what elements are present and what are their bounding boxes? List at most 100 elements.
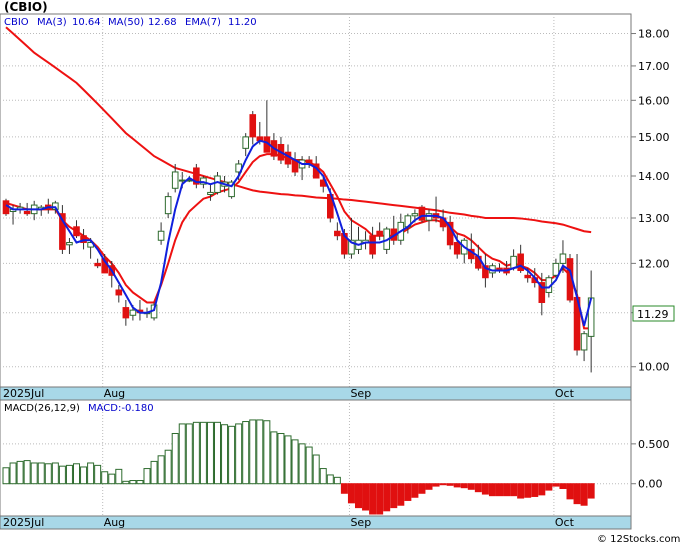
macd-bar-negative bbox=[425, 483, 433, 490]
legend-ema7-value: 11.20 bbox=[228, 17, 257, 28]
macd-bar-positive bbox=[312, 454, 320, 485]
macd-bar-positive bbox=[206, 421, 214, 485]
price-y-label: 10.00 bbox=[638, 361, 670, 374]
legend-ma3-value: 10.64 bbox=[72, 17, 101, 28]
macd-bar-positive bbox=[122, 480, 130, 485]
macd-bar-positive bbox=[30, 462, 38, 485]
macd-bar-positive bbox=[242, 421, 250, 485]
macd-x-axis-band bbox=[0, 515, 632, 530]
macd-bar-positive bbox=[291, 439, 299, 485]
candle-up bbox=[157, 230, 165, 241]
macd-bar-positive bbox=[115, 468, 123, 485]
macd-x-label: 2025Jul bbox=[3, 516, 44, 529]
candle-up bbox=[214, 175, 221, 193]
macd-bar-negative bbox=[510, 483, 518, 497]
macd-bar-negative bbox=[347, 483, 355, 504]
macd-bar-negative bbox=[559, 483, 567, 489]
macd-params: MACD(26,12,9) bbox=[4, 403, 80, 414]
macd-bar-positive bbox=[326, 474, 334, 485]
price-x-axis-band bbox=[0, 386, 632, 401]
candle-up bbox=[580, 333, 588, 351]
price-x-label: 2025Jul bbox=[3, 387, 44, 400]
macd-bar-positive bbox=[263, 420, 271, 485]
price-x-label: Aug bbox=[104, 387, 125, 400]
macd-bar-negative bbox=[524, 483, 532, 498]
price-y-label: 17.00 bbox=[638, 60, 670, 73]
price-y-label: 12.00 bbox=[638, 257, 670, 270]
macd-x-label: Aug bbox=[104, 516, 125, 529]
candle-up bbox=[178, 179, 186, 182]
macd-bar-negative bbox=[552, 483, 560, 487]
candle-up bbox=[242, 136, 249, 149]
macd-bar-positive bbox=[73, 463, 80, 485]
macd-bar-negative bbox=[481, 483, 489, 495]
candle-up bbox=[129, 309, 137, 316]
macd-bar-positive bbox=[16, 460, 24, 485]
macd-bar-negative bbox=[439, 483, 447, 486]
macd-bar-negative bbox=[390, 483, 398, 509]
macd-bar-negative bbox=[376, 483, 384, 515]
macd-bar-positive bbox=[157, 455, 165, 485]
macd-bar-positive bbox=[94, 464, 102, 485]
macd-bar-positive bbox=[129, 480, 137, 485]
candle-up bbox=[411, 213, 419, 217]
macd-bar-negative bbox=[397, 483, 405, 506]
macd-y-label: 0.500 bbox=[638, 438, 670, 451]
candle-down bbox=[23, 211, 31, 215]
macd-bar-positive bbox=[44, 463, 52, 485]
macd-bar-positive bbox=[58, 465, 66, 485]
macd-bar-positive bbox=[9, 462, 17, 485]
macd-x-label: Oct bbox=[555, 516, 575, 529]
macd-bar-positive bbox=[305, 446, 313, 485]
candle-up bbox=[552, 262, 560, 276]
macd-x-label: Sep bbox=[350, 516, 371, 529]
macd-bar-negative bbox=[467, 483, 475, 490]
price-y-label: 16.00 bbox=[638, 94, 670, 107]
macd-bar-positive bbox=[235, 423, 243, 485]
legend-ma50-value: 12.68 bbox=[148, 17, 177, 28]
macd-bar-positive bbox=[192, 421, 200, 485]
candle-down bbox=[73, 226, 80, 237]
macd-bar-negative bbox=[503, 483, 511, 497]
macd-bar-positive bbox=[136, 480, 144, 485]
macd-bar-positive bbox=[164, 449, 172, 485]
macd-bar-negative bbox=[538, 483, 546, 496]
macd-value: MACD:-0.180 bbox=[88, 403, 154, 414]
macd-bar-positive bbox=[284, 435, 292, 485]
macd-bar-positive bbox=[150, 460, 158, 485]
candle-up bbox=[559, 253, 567, 264]
candle-down bbox=[453, 242, 461, 255]
macd-bar-negative bbox=[418, 483, 426, 494]
macd-bar-positive bbox=[37, 462, 45, 485]
candle-up bbox=[510, 255, 517, 269]
macd-bar-positive bbox=[143, 468, 151, 485]
macd-bar-positive bbox=[270, 431, 278, 485]
candle-down bbox=[115, 289, 123, 296]
price-y-label: 13.00 bbox=[638, 212, 670, 225]
legend-ema7: EMA(7) bbox=[185, 17, 221, 28]
macd-bar-positive bbox=[221, 424, 229, 485]
macd-bar-positive bbox=[2, 467, 10, 485]
chart-title: (CBIO) bbox=[4, 0, 48, 14]
macd-bar-negative bbox=[404, 483, 412, 501]
macd-bar-positive bbox=[80, 466, 88, 485]
macd-bar-negative bbox=[545, 483, 553, 491]
candle-down bbox=[369, 235, 376, 255]
macd-bar-positive bbox=[298, 443, 306, 485]
macd-bar-positive bbox=[87, 462, 95, 485]
candle-down bbox=[94, 262, 101, 267]
candle-up bbox=[164, 196, 172, 215]
macd-bar-negative bbox=[587, 483, 595, 499]
macd-bar-negative bbox=[488, 483, 496, 497]
macd-bar-negative bbox=[340, 483, 348, 494]
macd-bar-positive bbox=[108, 473, 116, 485]
price-x-label: Oct bbox=[555, 387, 575, 400]
macd-bar-negative bbox=[517, 483, 525, 499]
macd-bar-positive bbox=[228, 425, 236, 485]
price-y-label: 15.00 bbox=[638, 131, 670, 144]
macd-bar-positive bbox=[185, 423, 193, 485]
price-panel bbox=[0, 13, 632, 388]
macd-bar-positive bbox=[199, 421, 207, 485]
price-y-label: 14.00 bbox=[638, 170, 670, 183]
macd-bar-positive bbox=[214, 421, 221, 485]
